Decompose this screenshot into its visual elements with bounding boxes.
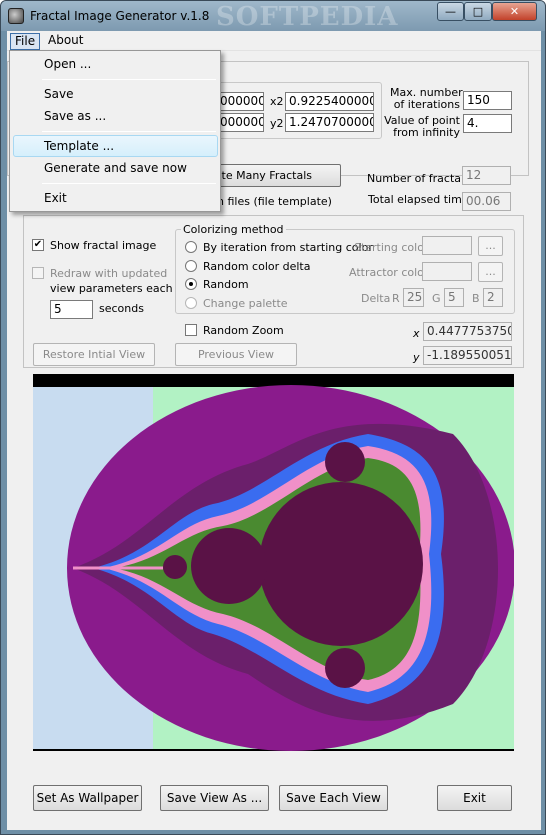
elapsed-time-field: 00.06 [462,192,511,211]
max-iterations-label: Max. number of iterations [390,87,463,111]
number-of-fractals-label: Number of fractals [367,172,470,185]
delta-r-field[interactable]: 25 [403,288,424,307]
files-template-label: n files (file template) [217,195,332,208]
radio-change-palette[interactable] [185,297,197,309]
fractal-bulb-small [163,555,187,579]
restore-initial-view-button[interactable]: Restore Intial View [33,343,155,366]
fractal-main-cardioid [259,482,423,646]
app-window: Fractal Image Generator v.1.8 SOFTPEDIA … [0,0,546,835]
infinity-label: Value of point from infinity [384,115,460,139]
title-bar[interactable]: Fractal Image Generator v.1.8 SOFTPEDIA … [1,1,545,32]
random-zoom-label: Random Zoom [203,324,284,337]
attractor-color-swatch [422,262,472,281]
delta-g-field[interactable]: 5 [444,288,464,307]
window-title: Fractal Image Generator v.1.8 [30,9,210,23]
radio-random-label: Random [203,278,249,291]
starting-color-label: Starting color [354,241,429,254]
menu-item-template[interactable]: Template ... [44,139,114,153]
starting-color-browse-button[interactable]: ... [478,236,503,256]
elapsed-time-label: Total elapsed time [368,193,469,206]
y2-label: y2 [270,117,284,130]
max-iterations-field[interactable]: 150 [463,91,512,110]
save-view-as-button[interactable]: Save View As ... [160,785,269,811]
radio-random-delta[interactable] [185,260,197,272]
colorizing-title: Colorizing method [181,223,286,236]
delta-label: Delta [361,292,391,305]
x2-label: x2 [270,95,284,108]
fractal-image[interactable] [33,374,515,751]
redraw-seconds-field[interactable]: 5 [50,300,93,319]
file-dropdown-menu: Open ... Save Save as ... Template ... G… [9,50,221,212]
attractor-color-browse-button[interactable]: ... [478,262,503,282]
x2-field[interactable]: 0.922540000000 [285,92,374,111]
view-x-field: 0.447775375000 [423,322,512,341]
y2-field[interactable]: 1.247070000000 [285,113,374,132]
x1-field[interactable]: 0000000 [216,92,264,111]
menu-item-open[interactable]: Open ... [44,57,91,71]
menu-separator [42,131,216,132]
delta-b-label: B [472,292,480,305]
view-y-label: y [413,351,420,364]
redraw-checkbox[interactable] [32,267,44,279]
exit-button[interactable]: Exit [437,785,512,811]
view-x-label: x [413,327,420,340]
starting-color-swatch [422,236,472,255]
previous-view-button[interactable]: Previous View [175,343,297,366]
menu-bar: File About [7,31,541,51]
radio-change-palette-label: Change palette [203,297,288,310]
delta-r-label: R [392,292,400,305]
max-iterations-label-line2: of iterations [393,98,460,111]
redraw-label-line2: view parameters each [50,282,173,295]
menu-separator [42,79,216,80]
redraw-label-line1: Redraw with updated [50,267,168,280]
menu-file[interactable]: File [10,33,41,50]
fractal-bulb-bottom [325,648,365,688]
show-fractal-checkbox[interactable]: ✔ [32,239,44,251]
fractal-drawing [33,385,515,751]
watermark-logo: SOFTPEDIA [216,2,399,32]
attractor-color-label: Attractor color [349,266,429,279]
seconds-label: seconds [99,302,144,315]
random-zoom-checkbox[interactable] [185,324,197,336]
radio-by-iteration[interactable] [185,241,197,253]
infinity-label-line2: from infinity [393,126,460,139]
view-y-field: -1.189550051282 [423,346,512,365]
number-of-fractals-field: 12 [462,166,511,185]
show-fractal-label: Show fractal image [50,239,157,252]
menu-item-generate-save-now[interactable]: Generate and save now [44,161,187,175]
app-icon [8,8,24,24]
radio-selected-dot [189,282,193,286]
delta-b-field[interactable]: 2 [483,288,503,307]
set-wallpaper-button[interactable]: Set As Wallpaper [33,785,142,811]
menu-separator [42,183,216,184]
fractal-bulb-left [191,528,267,604]
close-button[interactable]: ✕ [492,2,537,21]
delta-g-label: G [432,292,441,305]
menu-item-save[interactable]: Save [44,87,73,101]
fractal-bulb-top [325,442,365,482]
maximize-button[interactable]: □ [464,2,492,21]
radio-random[interactable] [185,278,197,290]
menu-item-exit[interactable]: Exit [44,191,67,205]
menu-about[interactable]: About [44,33,87,50]
minimize-button[interactable]: — [437,2,464,21]
radio-random-delta-label: Random color delta [203,260,311,273]
menu-item-save-as[interactable]: Save as ... [44,109,106,123]
y1-field[interactable]: 0000000 [216,113,264,132]
radio-by-iteration-label: By iteration from starting color [203,241,373,254]
infinity-field[interactable]: 4. [463,114,512,133]
save-each-view-button[interactable]: Save Each View [279,785,388,811]
